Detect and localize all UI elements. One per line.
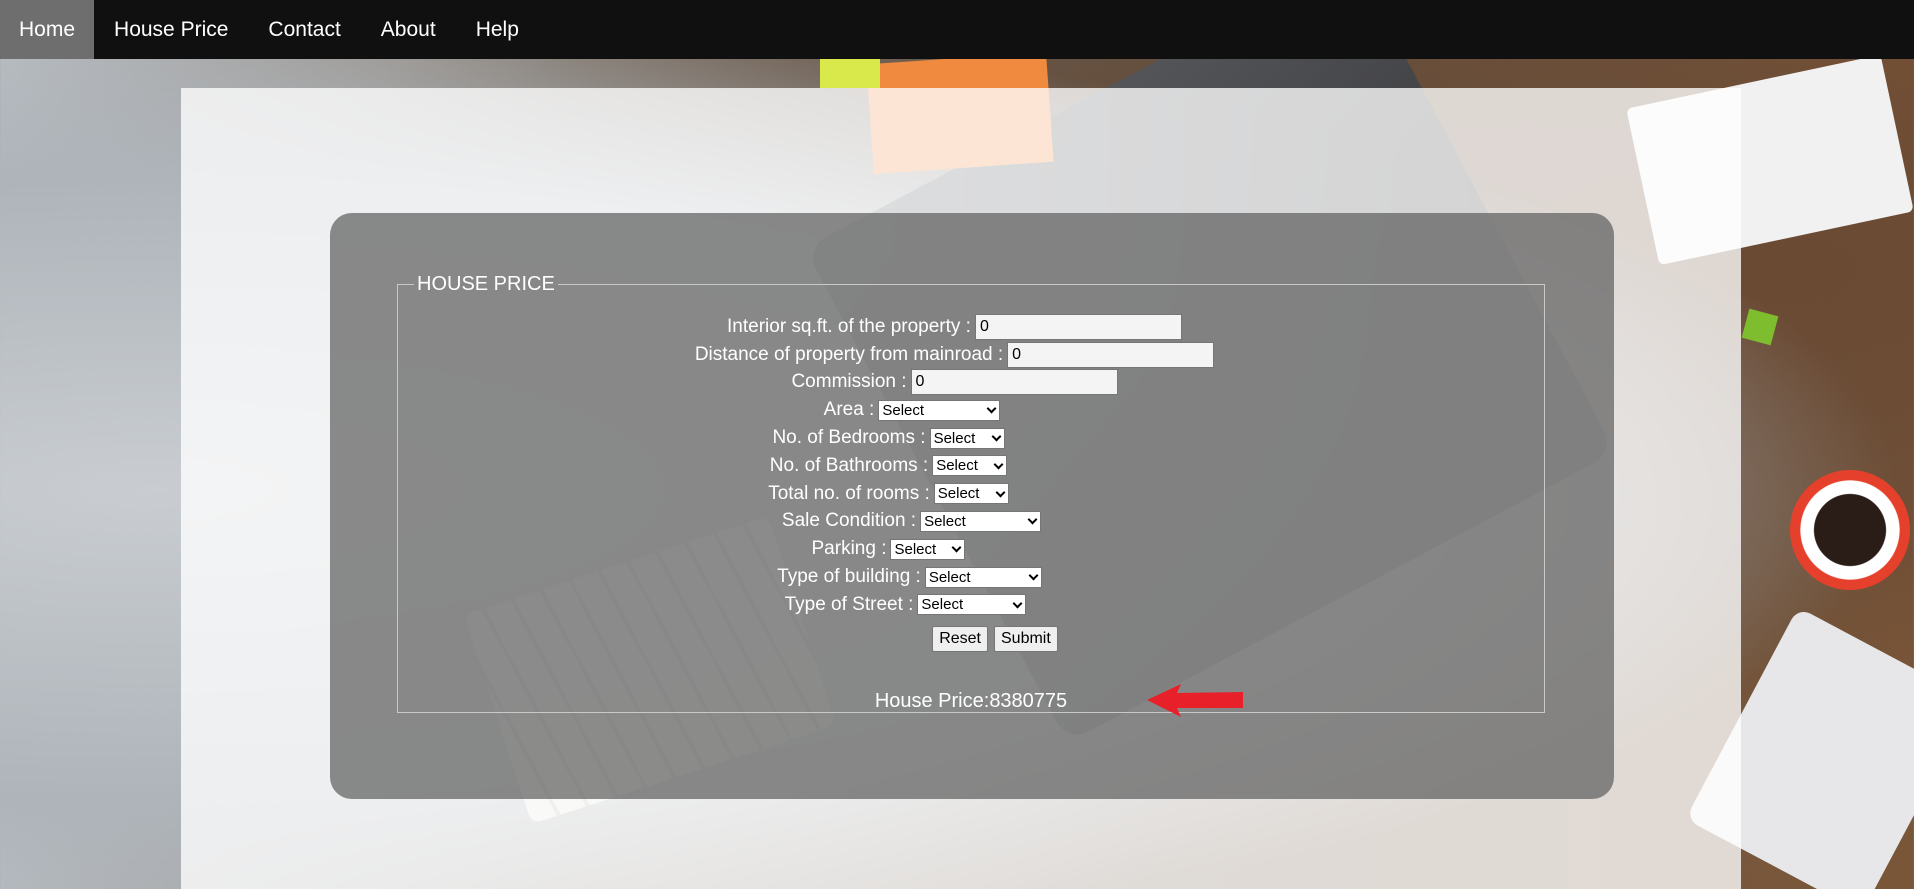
select-value: Select	[894, 540, 937, 558]
row-interior-sqft: Interior sq.ft. of the property :	[398, 313, 1544, 341]
chevron-down-icon	[1027, 516, 1037, 526]
select-value: Select	[937, 485, 980, 503]
street-type-select[interactable]: Select	[917, 594, 1027, 616]
house-price-card: HOUSE PRICE Interior sq.ft. of the prope…	[330, 213, 1614, 799]
select-value: Select	[921, 596, 964, 614]
nav-house-price[interactable]: House Price	[94, 0, 248, 59]
row-total-rooms: Total no. of rooms : Select	[398, 480, 1544, 508]
chevron-down-icon	[991, 433, 1001, 443]
row-parking: Parking : Select	[398, 535, 1544, 563]
sale-condition-select[interactable]: Select	[920, 510, 1042, 532]
background-gift-box	[1741, 308, 1779, 346]
building-type-select[interactable]: Select	[924, 566, 1042, 588]
interior-sqft-input[interactable]	[974, 313, 1182, 340]
field-label: Interior sq.ft. of the property :	[727, 315, 971, 337]
field-label: Commission :	[791, 371, 907, 393]
row-street-type: Type of Street : Select	[398, 591, 1544, 619]
field-label: Distance of property from mainroad :	[694, 343, 1004, 365]
house-price-result: House Price: 8380775	[398, 690, 1544, 713]
chevron-down-icon	[995, 489, 1005, 499]
chevron-down-icon	[986, 405, 996, 415]
select-value: Select	[933, 429, 976, 447]
background-sticky-note	[820, 58, 880, 88]
result-value: 8380775	[989, 690, 1068, 712]
form-buttons: Reset Submit	[398, 625, 1544, 652]
submit-button[interactable]: Submit	[994, 625, 1058, 652]
nav-contact[interactable]: Contact	[248, 0, 360, 59]
bathrooms-select[interactable]: Select	[932, 455, 1008, 477]
commission-input[interactable]	[910, 369, 1118, 396]
field-label: Total no. of rooms :	[768, 482, 930, 504]
chevron-down-icon	[951, 544, 961, 554]
field-label: Sale Condition :	[781, 510, 917, 532]
total-rooms-select[interactable]: Select	[933, 483, 1009, 505]
form-legend: HOUSE PRICE	[417, 273, 555, 295]
form-rows: Interior sq.ft. of the property : Distan…	[398, 313, 1544, 652]
area-select[interactable]: Select	[878, 399, 1001, 421]
bedrooms-select[interactable]: Select	[929, 427, 1005, 449]
field-label: Parking :	[811, 538, 887, 560]
select-value: Select	[928, 568, 971, 586]
row-commission: Commission :	[398, 369, 1544, 397]
row-area: Area : Select	[398, 396, 1544, 424]
chevron-down-icon	[993, 461, 1003, 471]
nav-help[interactable]: Help	[456, 0, 539, 59]
background-coffee-cup	[1790, 470, 1910, 590]
nav-about[interactable]: About	[361, 0, 456, 59]
row-distance-mainroad: Distance of property from mainroad :	[398, 341, 1544, 369]
parking-select[interactable]: Select	[890, 538, 966, 560]
chevron-down-icon	[1012, 600, 1022, 610]
chevron-down-icon	[1028, 572, 1038, 582]
field-label: Type of Street :	[784, 593, 914, 615]
select-value: Select	[882, 401, 925, 419]
house-price-fieldset: HOUSE PRICE Interior sq.ft. of the prope…	[397, 273, 1545, 717]
row-bathrooms: No. of Bathrooms : Select	[398, 452, 1544, 480]
row-sale-condition: Sale Condition : Select	[398, 508, 1544, 536]
select-value: Select	[924, 512, 966, 530]
top-navbar: Home House Price Contact About Help	[0, 0, 1914, 59]
field-label: Area :	[823, 399, 875, 421]
distance-mainroad-input[interactable]	[1007, 341, 1215, 368]
reset-button[interactable]: Reset	[932, 625, 988, 652]
row-bedrooms: No. of Bedrooms : Select	[398, 424, 1544, 452]
select-value: Select	[936, 457, 978, 475]
field-label: No. of Bathrooms :	[769, 454, 929, 476]
red-arrow-icon	[1147, 684, 1243, 717]
row-building-type: Type of building : Select	[398, 563, 1544, 591]
field-label: Type of building :	[777, 566, 921, 588]
nav-home[interactable]: Home	[0, 0, 95, 59]
field-label: No. of Bedrooms :	[772, 427, 926, 449]
result-label: House Price:	[874, 690, 990, 712]
